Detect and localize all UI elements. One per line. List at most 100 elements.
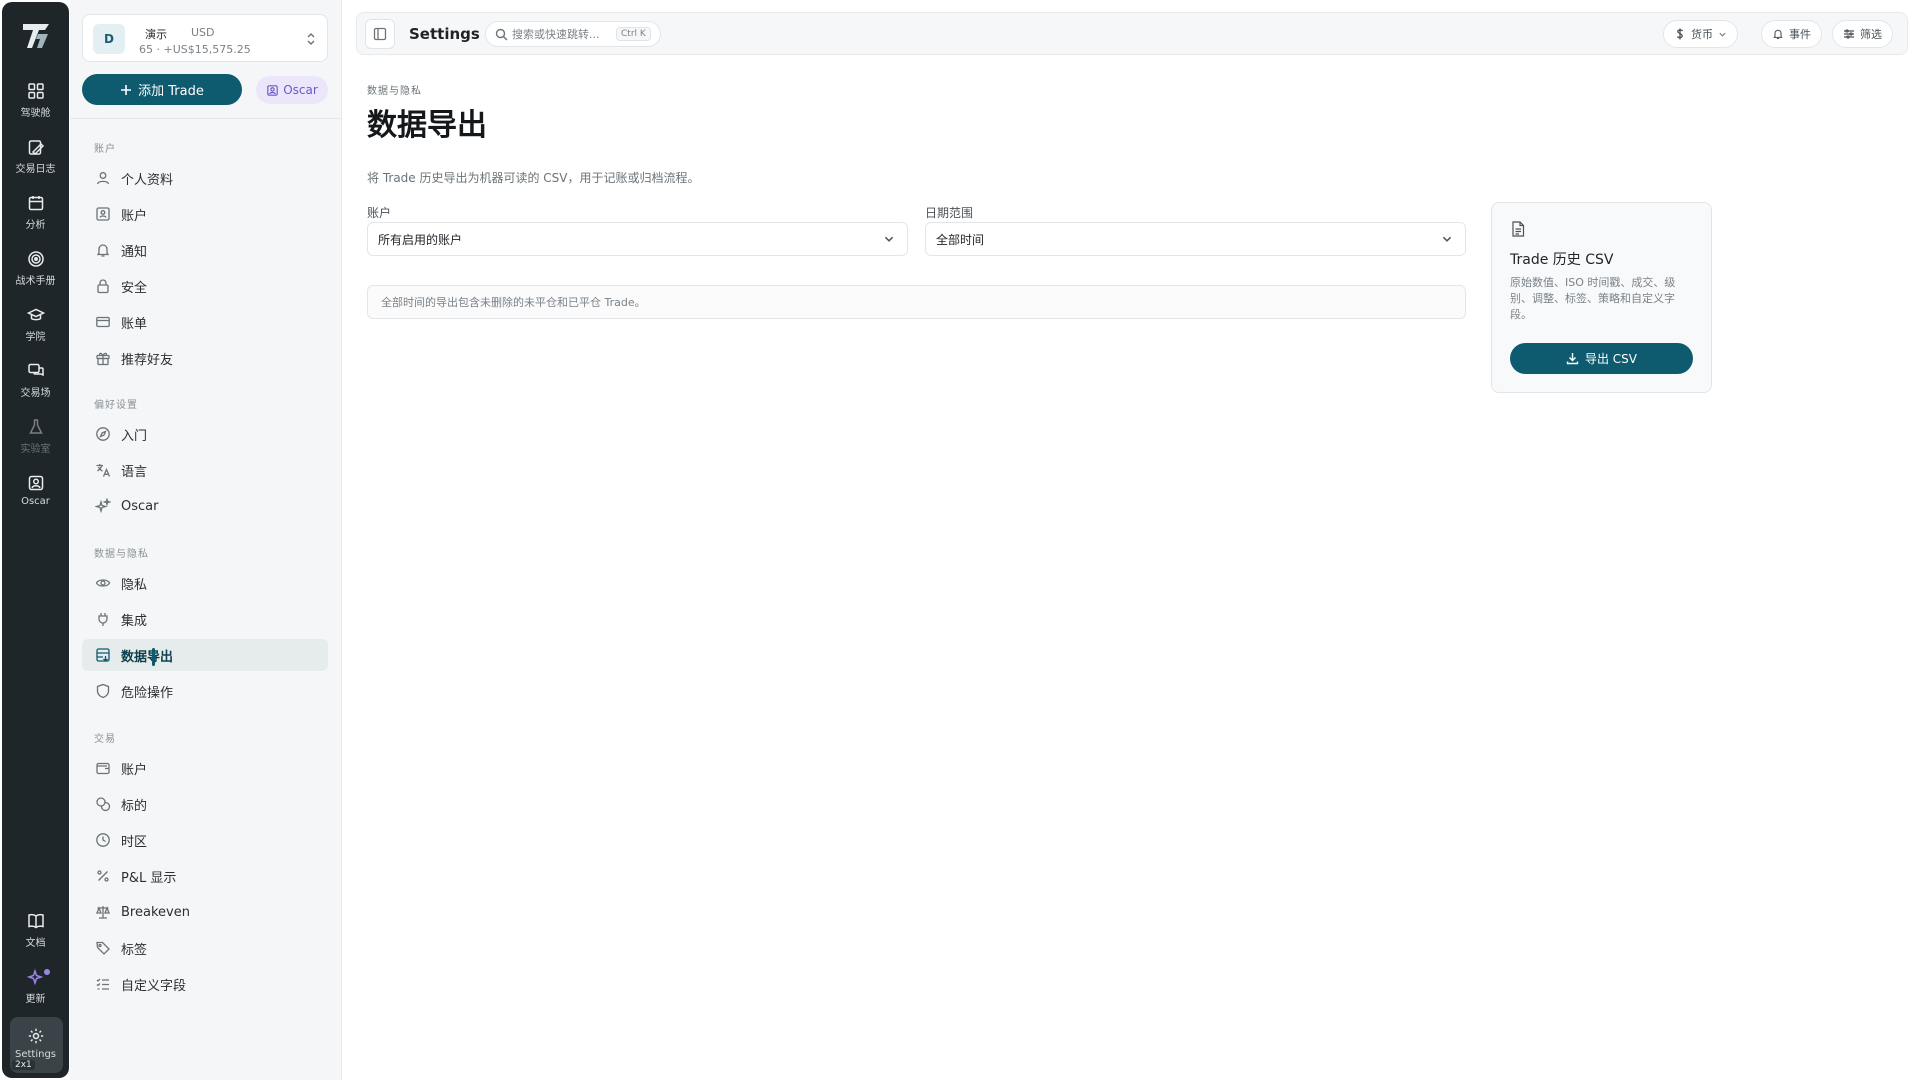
sidebar-item-data-export[interactable]: 数据导出	[82, 639, 328, 671]
rail-item-playbook[interactable]: 战术手册	[2, 250, 69, 300]
sidebar-item-pnl-display[interactable]: P&L 显示	[82, 860, 328, 892]
wallet-icon	[96, 762, 110, 775]
account-avatar: D	[93, 24, 125, 54]
sliders-icon	[1844, 29, 1854, 39]
chevron-down-icon	[884, 236, 894, 242]
sidebar-item-label: 数据导出	[121, 649, 174, 665]
update-notification-dot	[44, 969, 50, 975]
export-card: Trade 历史 CSV 原始数值、ISO 时间戳、成交、级别、调整、标签、策略…	[1491, 202, 1712, 393]
account-field-label: 账户	[367, 206, 392, 220]
rail-item-analysis[interactable]: 分析	[2, 194, 69, 244]
account-select-value: 所有启用的账户	[378, 232, 463, 247]
rail-item-label: 学院	[25, 332, 46, 343]
oscar-button[interactable]: Oscar	[256, 76, 328, 104]
sidebar-item-custom-fields[interactable]: 自定义字段	[82, 968, 328, 1000]
sidebar-item-timezone[interactable]: 时区	[82, 824, 328, 856]
lock-icon	[97, 279, 109, 294]
sidebar-item-referral[interactable]: 推荐好友	[82, 342, 328, 374]
active-indicator	[152, 648, 155, 666]
sidebar-item-security[interactable]: 安全	[82, 270, 328, 302]
sidebar-toggle-button[interactable]	[365, 19, 395, 49]
sidebar-item-notifications[interactable]: 通知	[82, 234, 328, 266]
user-icon	[96, 172, 110, 185]
sidebar-item-label: 自定义字段	[121, 978, 187, 994]
sparkles-icon	[95, 498, 111, 514]
sidebar-item-label: 危险操作	[121, 685, 174, 701]
account-switcher[interactable]: D 演示 USD 65 · +US$15,575.25	[82, 14, 328, 62]
export-card-description: 原始数值、ISO 时间戳、成交、级别、调整、标签、策略和自定义字段。	[1510, 276, 1676, 321]
search-box[interactable]: Ctrl K	[485, 21, 661, 47]
sidebar-item-label: 隐私	[121, 577, 148, 593]
credit-card-icon	[96, 316, 110, 328]
rail-item-label: 文档	[25, 938, 46, 949]
oscar-icon	[28, 475, 43, 491]
sidebar-item-label: 账户	[121, 208, 148, 224]
add-trade-button[interactable]: 添加 Trade	[82, 74, 242, 105]
app-logo-icon[interactable]	[20, 20, 52, 52]
settings-sidebar: D 演示 USD 65 · +US$15,575.25 添加 Trade Osc…	[70, 0, 342, 1080]
rail-item-label: 交易日志	[15, 164, 56, 175]
calendar-icon	[28, 196, 43, 211]
app-rail: 驾驶舱 交易日志 分析 战术手册 学院 交易场 实验室 Oscar 文档 更新	[2, 2, 69, 1078]
id-card-icon	[96, 207, 110, 221]
sidebar-item-label: 账单	[121, 316, 148, 332]
rail-item-journal[interactable]: 交易日志	[2, 138, 69, 188]
tag-icon	[96, 941, 110, 955]
zoom-badge: 2x1	[12, 1060, 35, 1070]
rail-item-label: Settings	[14, 1049, 56, 1060]
rail-item-lab[interactable]: 实验室	[2, 418, 69, 468]
filter-button[interactable]: 筛选	[1832, 20, 1893, 48]
rail-settings-inner: Settings	[2, 1027, 69, 1077]
translate-icon	[96, 464, 111, 477]
export-csv-button[interactable]: 导出 CSV	[1510, 343, 1693, 374]
sidebar-item-breakeven[interactable]: Breakeven	[82, 896, 328, 928]
sidebar-item-label: P&L 显示	[121, 870, 177, 886]
currency-selector[interactable]: 货币	[1663, 20, 1738, 48]
rail-item-label: 实验室	[20, 444, 51, 455]
rail-item-academy[interactable]: 学院	[2, 306, 69, 356]
sparkle-icon	[26, 968, 43, 986]
rail-item-label: Oscar	[21, 496, 50, 507]
dollar-icon	[1676, 28, 1684, 40]
chevron-down-icon	[1442, 236, 1452, 242]
sidebar-item-tags[interactable]: 标签	[82, 932, 328, 964]
percent-icon	[97, 870, 109, 882]
rail-item-docs[interactable]: 文档	[2, 912, 69, 962]
rail-item-dashboard[interactable]: 驾驶舱	[2, 82, 69, 132]
sidebar-item-integrations[interactable]: 集成	[82, 603, 328, 635]
rail-item-updates[interactable]: 更新	[2, 968, 69, 1018]
search-icon	[495, 28, 508, 40]
search-input[interactable]	[512, 27, 616, 41]
sidebar-item-trading-accounts[interactable]: 账户	[82, 752, 328, 784]
sidebar-item-language[interactable]: 语言	[82, 454, 328, 486]
sidebar-item-oscar[interactable]: Oscar	[82, 490, 328, 522]
sidebar-item-billing[interactable]: 账单	[82, 306, 328, 338]
page-title: 数据导出	[367, 108, 487, 143]
sidebar-section-trading: 交易	[94, 734, 116, 745]
sidebar-item-label: 账户	[121, 762, 148, 778]
date-range-select[interactable]: 全部时间	[925, 222, 1466, 256]
sidebar-item-onboarding[interactable]: 入门	[82, 418, 328, 450]
book-icon	[27, 913, 44, 929]
chevron-down-icon	[1719, 32, 1726, 37]
rail-item-label: 交易场	[20, 388, 51, 399]
sidebar-divider	[70, 118, 342, 119]
plug-icon	[98, 613, 108, 626]
graduation-cap-icon	[26, 308, 45, 321]
events-button[interactable]: 事件	[1761, 20, 1822, 48]
account-select[interactable]: 所有启用的账户	[367, 222, 908, 256]
sidebar-item-symbols[interactable]: 标的	[82, 788, 328, 820]
sidebar-item-label: 推荐好友	[121, 352, 174, 368]
bell-icon	[1773, 29, 1783, 40]
rail-item-arena[interactable]: 交易场	[2, 362, 69, 412]
file-text-icon	[1512, 221, 1525, 237]
sidebar-item-danger-zone[interactable]: 危险操作	[82, 675, 328, 707]
rail-item-oscar[interactable]: Oscar	[2, 474, 69, 524]
sidebar-item-account[interactable]: 账户	[82, 198, 328, 230]
panel-left-icon	[373, 27, 387, 41]
chat-icon	[27, 363, 44, 377]
page-header-title: Settings	[409, 25, 480, 43]
sidebar-item-privacy[interactable]: 隐私	[82, 567, 328, 599]
sidebar-item-profile[interactable]: 个人资料	[82, 162, 328, 194]
export-csv-label: 导出 CSV	[1584, 352, 1638, 366]
